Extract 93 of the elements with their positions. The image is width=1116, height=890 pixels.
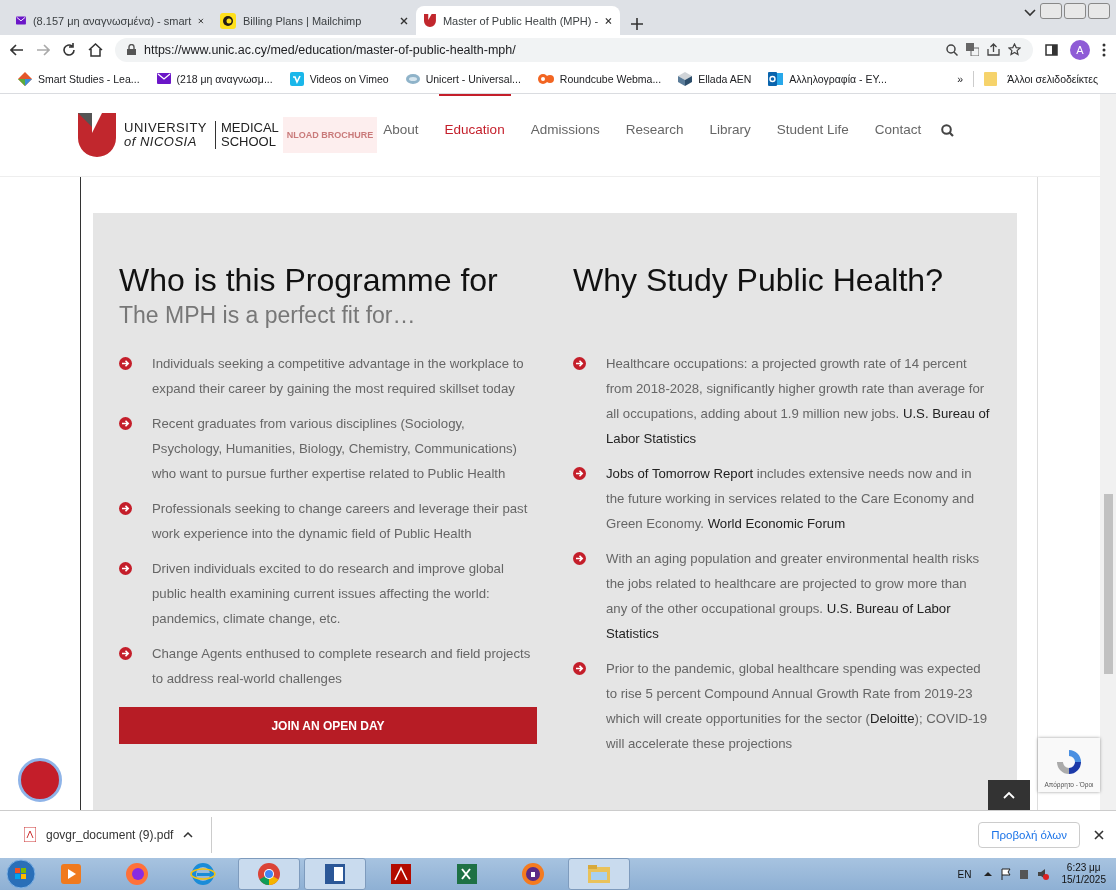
list-item-text: Jobs of Tomorrow Report includes extensive needs now and in the future working in services related to the Care Economy and Green Economy. World Economic Forum: [606, 465, 975, 533]
search-icon[interactable]: [946, 43, 958, 56]
close-icon[interactable]: [1094, 829, 1104, 840]
bookmark-item[interactable]: Unicert - Universal...: [405, 72, 521, 85]
mail-icon: [156, 73, 171, 84]
folder-icon: [984, 71, 998, 86]
nav-link[interactable]: Research: [619, 94, 690, 164]
excel-icon[interactable]: [457, 864, 477, 884]
back-arrow-icon[interactable]: [10, 43, 24, 56]
arrow-circle-icon: [119, 562, 132, 575]
arrow-circle-icon: [119, 357, 132, 370]
nav-link[interactable]: About: [377, 94, 425, 164]
arrow-circle-icon: [573, 467, 586, 480]
nav-link[interactable]: Admissions: [524, 94, 606, 164]
taskbar-button[interactable]: [304, 858, 366, 890]
section-subtitle: The MPH is a perfect fit for…: [119, 301, 417, 329]
cookie-settings-button[interactable]: [18, 758, 62, 802]
arrow-circle-icon: [119, 647, 132, 660]
star-icon[interactable]: [1008, 43, 1021, 56]
arrow-circle-icon: [119, 417, 132, 430]
bookmark-item[interactable]: Roundcube Webma...: [537, 72, 662, 85]
lock-icon: [127, 44, 136, 55]
chevron-up-icon[interactable]: [1003, 791, 1015, 799]
side-panel-icon[interactable]: [1045, 43, 1058, 56]
arrow-circle-icon: [573, 357, 586, 370]
cube-icon: [678, 71, 693, 86]
scrollbar[interactable]: [1100, 94, 1116, 810]
list-item-text: Healthcare occupations: a projected growth rate of 14 percent from 2018-2028, significantly higher growth rate than average for all occupations, adding about 1.9 million new jobs. U.S. Bureau of Labor Statistics: [606, 355, 991, 448]
plus-icon[interactable]: [630, 17, 644, 31]
firefox-icon[interactable]: [126, 863, 148, 885]
chrome-icon[interactable]: [258, 863, 280, 885]
mail-icon: [16, 15, 26, 26]
list-item-text: With an aging population and greater environmental health risks the jobs related to healthcare are projected to grow more than any of the other occupational groups. U.S. Bureau of Labor Statistics: [606, 550, 981, 643]
outlook-icon: [768, 71, 784, 86]
profile-avatar[interactable]: A: [1070, 39, 1090, 60]
back-to-top-button[interactable]: [988, 780, 1030, 810]
shield-icon: [424, 13, 436, 28]
arrow-circle-icon: [573, 662, 586, 675]
word-icon[interactable]: [325, 864, 345, 884]
list-item-text: Recent graduates from various disciplines (Sociology, Psychology, Humanities, Biology, Chemistry, Communications) who want to pursue further expertise related to Public Health: [152, 415, 518, 483]
home-icon[interactable]: [88, 42, 103, 57]
bookmark-item[interactable]: Smart Studies - Lea...: [18, 71, 140, 86]
download-item[interactable]: govgr_document (9).pdf: [24, 816, 213, 853]
chevron-down-icon[interactable]: [1024, 9, 1036, 17]
more-bookmarks-button[interactable]: »: [957, 72, 964, 85]
arrow-circle-icon: [573, 552, 586, 565]
other-bookmarks-item[interactable]: Άλλοι σελιδοδείκτες: [1007, 72, 1098, 85]
taskbar-button[interactable]: [238, 858, 300, 890]
nav-link[interactable]: Contact: [868, 94, 928, 164]
disc-icon: [405, 72, 420, 85]
reload-icon[interactable]: [62, 42, 76, 57]
browser-tab[interactable]: Billing Plans | Mailchimp: [212, 6, 416, 35]
close-window-button[interactable]: [1088, 3, 1110, 19]
section-title: Who is this Programme for: [119, 261, 499, 299]
search-icon[interactable]: [941, 124, 955, 137]
caret-up-icon[interactable]: [183, 831, 194, 838]
restore-button[interactable]: [1064, 3, 1086, 19]
list-item-text: Driven individuals excited to do research and improve global public health examining current issues affecting the world: pandemics, climate change, etc.: [152, 560, 505, 628]
recaptcha-icon: [1054, 747, 1084, 777]
share-icon[interactable]: [987, 43, 1000, 56]
media-player-icon[interactable]: [61, 864, 81, 884]
acrobat-icon[interactable]: [391, 864, 411, 884]
show-all-button[interactable]: Προβολή όλων: [978, 821, 1080, 848]
colorful-puzzle-icon: [18, 71, 32, 86]
list-item-text: Change Agents enthused to complete research and field projects to address real-world challenges: [152, 645, 532, 688]
nav-link[interactable]: Education: [438, 94, 511, 164]
clock[interactable]: 6:23 μμ 15/1/2025: [1061, 862, 1106, 886]
open-day-button[interactable]: JOIN AN OPEN DAY: [119, 707, 537, 744]
address-bar[interactable]: https://www.unic.ac.cy/med/education/master-of-public-health-mph/: [115, 37, 1033, 62]
arrow-circle-icon: [119, 502, 132, 515]
close-icon[interactable]: [400, 16, 408, 25]
bookmark-item[interactable]: Αλληλογραφία - ΕΥ...: [768, 71, 887, 86]
bookmark-item[interactable]: Videos on Vimeo: [289, 71, 389, 86]
pdf-file-icon: [24, 827, 36, 842]
list-item-text: Professionals seeking to change careers and leverage their past work experience into the dynamic field of Public Health: [152, 500, 529, 543]
language-indicator[interactable]: EN: [957, 868, 972, 880]
close-icon[interactable]: [605, 16, 612, 25]
tray-icons-drawing[interactable]: [983, 868, 1050, 880]
cp-logo-icon: [537, 72, 554, 85]
close-icon[interactable]: [198, 16, 204, 25]
bookmark-item[interactable]: Ellada AEN: [678, 71, 752, 86]
browser-tab[interactable]: (8.157 μη αναγνωσμένα) - smart: [8, 6, 212, 35]
list-item-text: Prior to the pandemic, global healthcare spending was expected to rise 5 percent Compound Annual Growth Rate from 2019-23 which will create opportunities for the sector (Deloitte); COVID-19 will accelerate these projections: [606, 660, 989, 753]
list-item-text: Individuals seeking a competitive advantage in the workplace to expand their career by gaining the most required skillset today: [152, 355, 525, 398]
university-logo[interactable]: UNIVERSITY of NICOSIA MEDICAL SCHOOL: [78, 113, 279, 157]
bookmark-item[interactable]: (218 μη αναγνωσμ...: [156, 72, 273, 85]
start-button[interactable]: [6, 859, 36, 889]
browser-tab[interactable]: Master of Public Health (MPH) -: [416, 6, 620, 35]
more-menu-icon[interactable]: [1102, 42, 1106, 57]
nav-link[interactable]: Student Life: [770, 94, 855, 164]
nav-link[interactable]: Library: [703, 94, 757, 164]
section-title: Why Study Public Health?: [573, 261, 944, 299]
vimeo-icon: [289, 71, 304, 86]
